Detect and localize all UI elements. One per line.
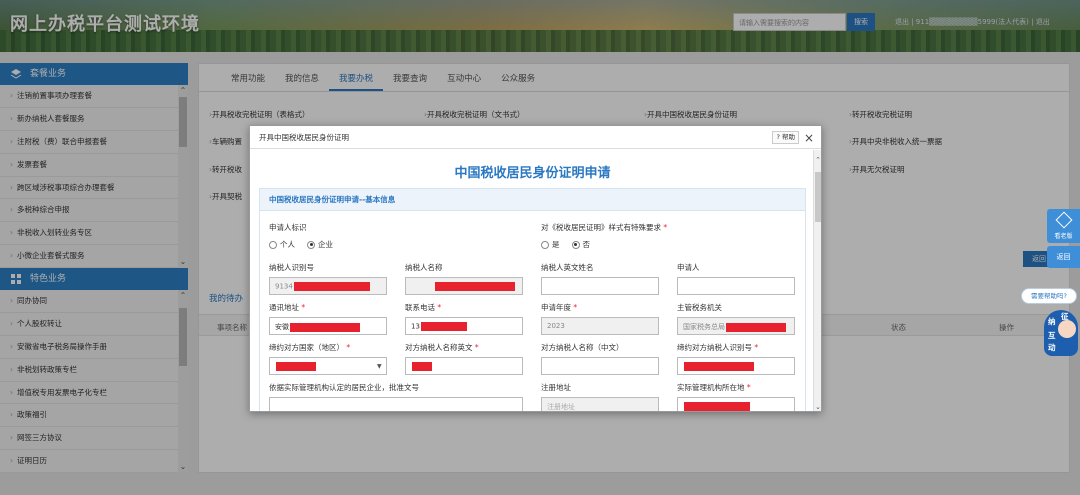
mascot-char: 征	[1061, 312, 1069, 321]
radio-label: 个人	[280, 240, 295, 249]
mascot-char: 纳	[1048, 317, 1056, 326]
partner-cn-name-field[interactable]	[541, 357, 659, 375]
taxpayer-id-label: 纳税人识别号	[269, 263, 314, 272]
mascot-face-icon	[1058, 320, 1076, 338]
radio-label: 企业	[318, 240, 333, 249]
mgmt-location-label: 实际管理机构所在地 *	[677, 383, 751, 392]
chevron-down-icon[interactable]: ⌄	[814, 403, 821, 411]
taxpayer-en-name-label: 纳税人英文姓名	[541, 263, 594, 272]
partner-tax-id-label: 缔约对方纳税人识别号 *	[677, 343, 759, 352]
address-label: 通讯地址 *	[269, 303, 306, 312]
dialog-titlebar: 开具中国税收居民身份证明 ? 帮助 ×	[250, 126, 821, 149]
taxpayer-id-field: 9134	[269, 277, 387, 295]
old-version-button[interactable]: 看老版	[1047, 209, 1080, 243]
special-format-radio-group: 是 否	[541, 239, 590, 250]
country-label: 缔约对方国家（地区） *	[269, 343, 351, 352]
old-version-label: 看老版	[1054, 233, 1073, 240]
basic-info-section: 中国税收居民身份证明申请--基本信息 申请人标识 个人 企业 对《税收居民证明》…	[259, 188, 806, 411]
applicant-label: 申请人	[677, 263, 700, 272]
partner-en-name-label: 对方纳税人名称英文 *	[405, 343, 479, 352]
radio-enterprise[interactable]	[307, 240, 315, 249]
dialog-body: 中国税收居民身份证明申请 中国税收居民身份证明申请--基本信息 申请人标识 个人…	[250, 150, 815, 411]
reg-address-label: 注册地址	[541, 383, 571, 392]
phone-label: 联系电话 *	[405, 303, 442, 312]
chevron-up-icon[interactable]: ⌃	[814, 156, 821, 164]
radio-no[interactable]	[571, 240, 580, 249]
radio-yes[interactable]	[541, 240, 549, 249]
year-label: 申请年度 *	[541, 303, 578, 312]
dialog-scrollbar[interactable]: ⌃ ⌄	[813, 150, 821, 411]
tax-office-label: 主管税务机关	[677, 303, 722, 312]
radio-label: 是	[552, 240, 560, 249]
radio-label: 否	[582, 240, 591, 249]
back-float-button[interactable]: 返回	[1047, 246, 1080, 268]
diamond-icon	[1055, 211, 1073, 229]
mascot-assistant[interactable]: 纳 征 互 动	[1040, 310, 1080, 358]
special-format-label: 对《税收居民证明》样式有特殊要求 *	[541, 223, 668, 232]
resident-doc-label: 依据实际管理机构认定的居民企业，批准文号	[269, 383, 419, 392]
taxpayer-name-field	[405, 277, 523, 295]
close-icon[interactable]: ×	[804, 127, 814, 150]
applicant-type-label: 申请人标识	[269, 223, 307, 232]
year-field: 2023	[541, 317, 659, 335]
reg-address-field[interactable]: 注册地址	[541, 397, 659, 411]
help-bubble[interactable]: 需要帮助吗?	[1021, 288, 1077, 304]
partner-cn-name-label: 对方纳税人名称（中文）	[541, 343, 624, 352]
mascot-char: 互	[1048, 331, 1056, 340]
residency-certificate-dialog: 开具中国税收居民身份证明 ? 帮助 × 中国税收居民身份证明申请 中国税收居民身…	[249, 125, 822, 412]
section-title: 中国税收居民身份证明申请--基本信息	[260, 189, 805, 211]
mascot-char: 动	[1048, 343, 1056, 352]
partner-tax-id-field[interactable]	[677, 357, 795, 375]
resident-doc-field[interactable]	[269, 397, 523, 411]
form-title: 中国税收居民身份证明申请	[454, 166, 611, 181]
address-field[interactable]: 安徽	[269, 317, 387, 335]
applicant-field[interactable]	[677, 277, 795, 295]
applicant-type-radio-group: 个人 企业	[269, 239, 333, 250]
dialog-title: 开具中国税收居民身份证明	[259, 133, 349, 142]
help-button[interactable]: ? 帮助	[772, 131, 799, 144]
mgmt-location-field[interactable]	[677, 397, 795, 411]
country-select[interactable]	[269, 357, 387, 375]
taxpayer-en-name-field[interactable]	[541, 277, 659, 295]
radio-individual[interactable]	[269, 240, 277, 249]
taxpayer-name-label: 纳税人名称	[405, 263, 443, 272]
phone-field[interactable]: 13	[405, 317, 523, 335]
tax-office-field: 国家税务总局	[677, 317, 795, 335]
partner-en-name-field[interactable]	[405, 357, 523, 375]
caret-down-icon[interactable]: ▼	[377, 363, 382, 370]
